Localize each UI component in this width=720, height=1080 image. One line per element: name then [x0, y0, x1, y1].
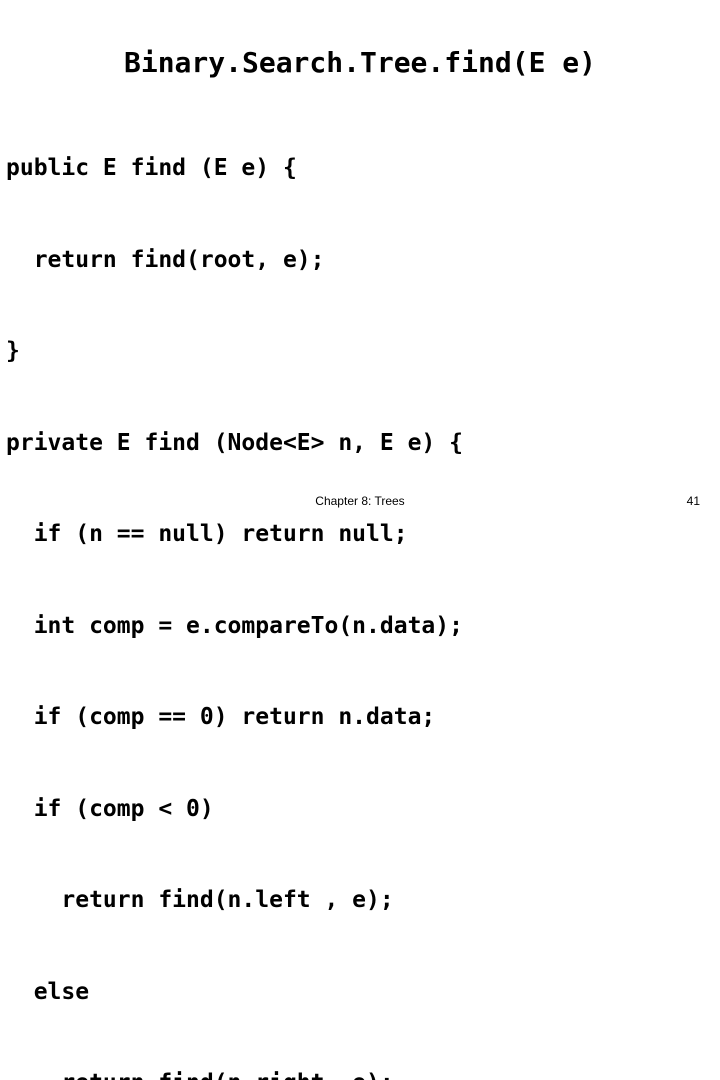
- code-line: if (comp == 0) return n.data;: [6, 704, 436, 730]
- footer-chapter-label: Chapter 8: Trees: [315, 494, 405, 508]
- code-line: return find(n.right, e);: [6, 1068, 714, 1080]
- slide: Binary.Search.Tree.find(E e) public E fi…: [0, 0, 720, 1080]
- code-line: return find(root, e);: [6, 246, 325, 273]
- code-line: return find(n.left , e);: [6, 887, 394, 913]
- code-line: if (n == null) return null;: [6, 521, 408, 547]
- code-line: }: [6, 338, 20, 364]
- code-line: int comp = e.compareTo(n.data);: [6, 612, 463, 639]
- code-line: private E find (Node<E> n, E e) {: [6, 429, 463, 456]
- code-line: public E find (E e) {: [6, 155, 297, 181]
- page-title: Binary.Search.Tree.find(E e): [123, 46, 596, 79]
- code-block: public E find (E e) { return find(root, …: [6, 92, 714, 1080]
- footer-page-number: 41: [686, 494, 700, 508]
- code-line: else: [6, 978, 90, 1005]
- code-line: if (comp < 0): [6, 795, 214, 822]
